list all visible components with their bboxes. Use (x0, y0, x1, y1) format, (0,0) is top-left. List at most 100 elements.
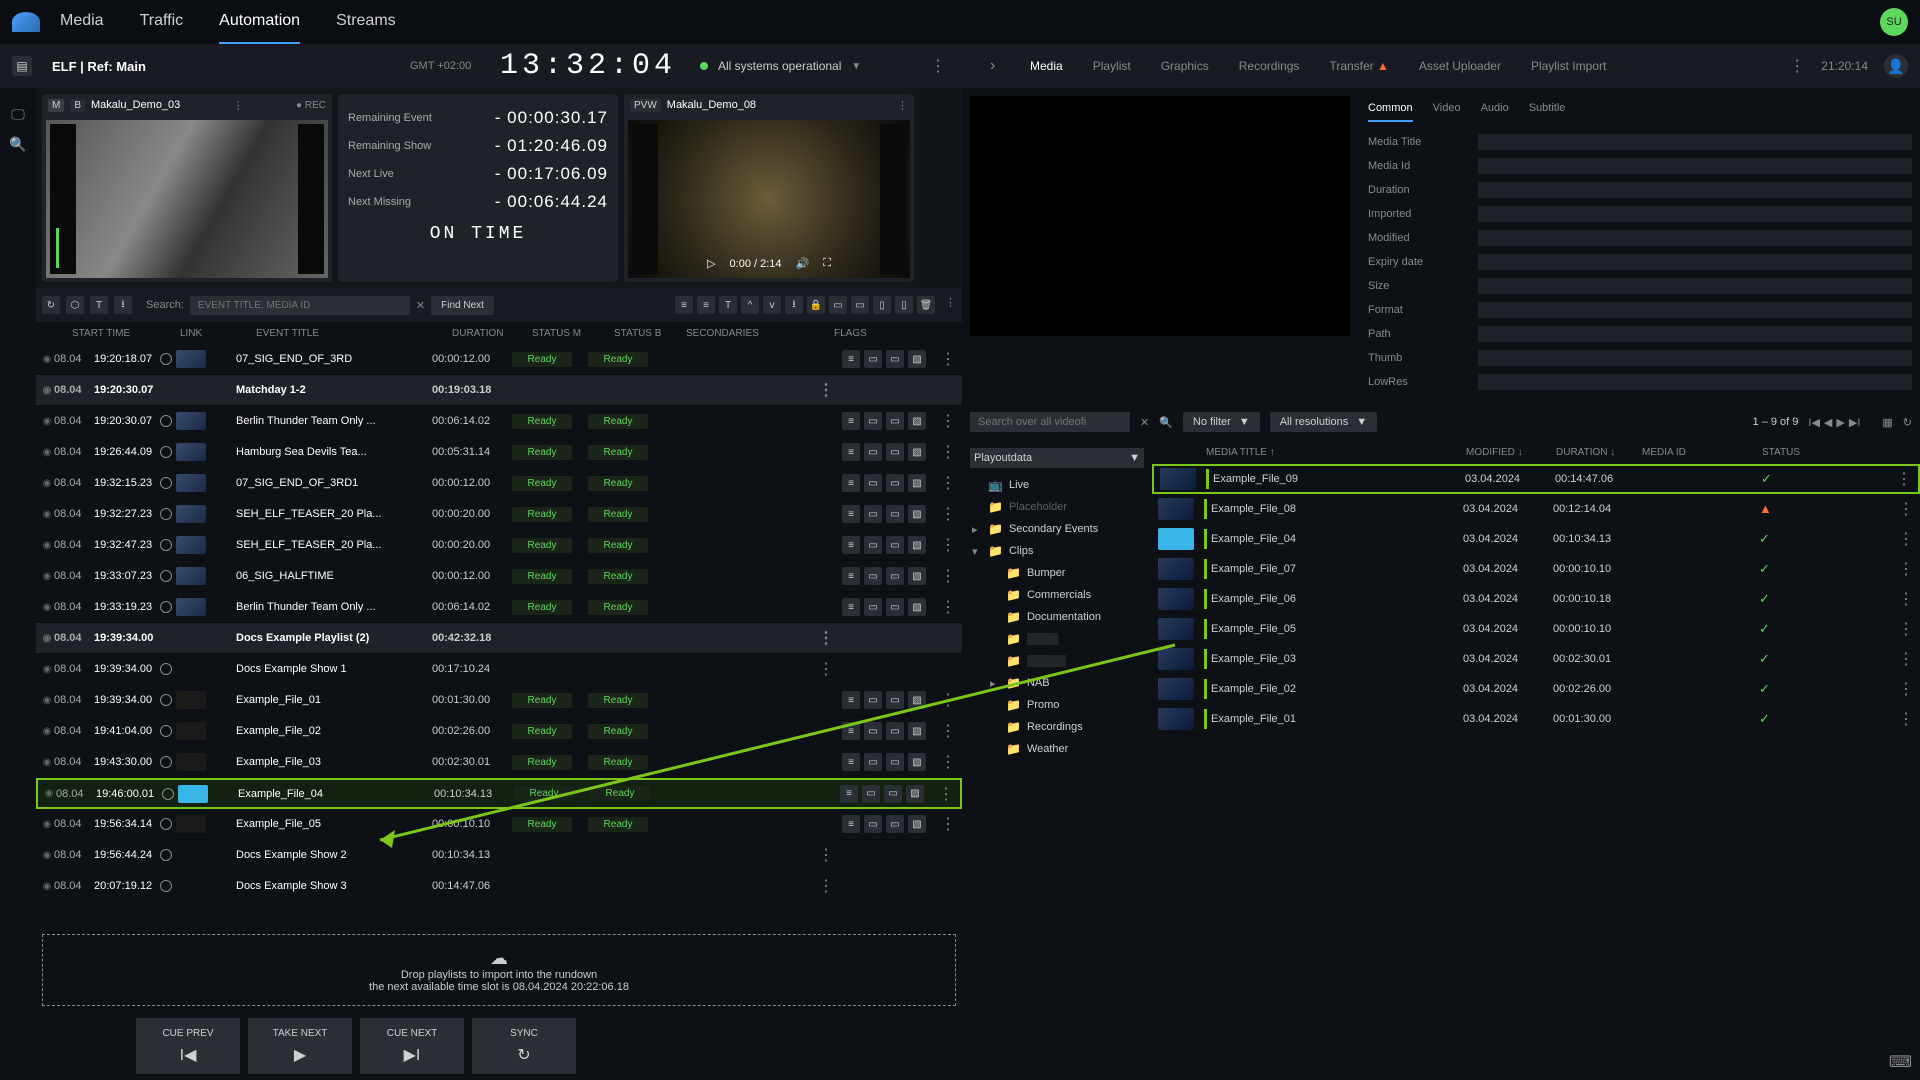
flag-icon[interactable]: ▭ (864, 598, 882, 616)
user-avatar[interactable]: SU (1880, 8, 1908, 36)
flag-icon[interactable]: ≡ (842, 536, 860, 554)
refresh-icon[interactable]: ↻ (1903, 416, 1912, 429)
flag-icon[interactable]: ▧ (908, 722, 926, 740)
playlist-row[interactable]: ◉08.0419:20:30.07Matchday 1-200:19:03.18… (36, 375, 962, 406)
tree-item[interactable]: ▸📁Secondary Events (970, 518, 1144, 540)
grid-row[interactable]: Example_File_0703.04.202400:00:10.10✓⋮ (1152, 554, 1920, 584)
flag-icon[interactable]: ≡ (842, 350, 860, 368)
link-icon[interactable] (160, 756, 172, 768)
field-value[interactable] (1478, 206, 1912, 222)
left-more-icon[interactable]: ⋮ (930, 56, 946, 76)
grid-more-icon[interactable]: ⋮ (1898, 619, 1914, 639)
flag-icon[interactable]: ▭ (886, 753, 904, 771)
tool-icon[interactable]: ⭳ (785, 296, 803, 314)
grid-more-icon[interactable]: ⋮ (1898, 679, 1914, 699)
tree-item[interactable]: 📁▒▒▒▒▒ (970, 650, 1144, 672)
grid-row[interactable]: Example_File_0203.04.202400:02:26.00✓⋮ (1152, 674, 1920, 704)
flag-icon[interactable]: ▧ (908, 815, 926, 833)
grid-row[interactable]: Example_File_0403.04.202400:10:34.13✓⋮ (1152, 524, 1920, 554)
hexagon-icon[interactable]: ⬡ (66, 296, 84, 314)
row-more-icon[interactable]: ⋮ (940, 504, 956, 524)
link-icon[interactable] (160, 725, 172, 737)
status-dropdown-icon[interactable]: ▼ (851, 61, 861, 72)
tree-item[interactable]: 📁Promo (970, 694, 1144, 716)
flag-icon[interactable]: ▭ (864, 567, 882, 585)
row-more-icon[interactable]: ⋮ (940, 597, 956, 617)
tool-icon[interactable]: ▭ (851, 296, 869, 314)
panel-collapse-icon[interactable]: › (990, 57, 995, 75)
flag-icon[interactable]: ▭ (862, 785, 880, 803)
right-tab-playlist[interactable]: Playlist (1093, 59, 1131, 73)
row-more-icon[interactable]: ⋮ (940, 566, 956, 586)
fullscreen-icon[interactable]: ⛶ (823, 257, 831, 270)
field-value[interactable] (1478, 230, 1912, 246)
row-more-icon[interactable]: ⋮ (940, 473, 956, 493)
tree-item[interactable]: 📁Commercials (970, 584, 1144, 606)
detail-tab-video[interactable]: Video (1433, 96, 1461, 122)
flag-icon[interactable]: ▭ (886, 691, 904, 709)
last-page-icon[interactable]: ▶I (1849, 416, 1861, 429)
row-more-icon[interactable]: ⋮ (818, 876, 834, 896)
right-tab-asset-uploader[interactable]: Asset Uploader (1419, 59, 1501, 73)
row-more-icon[interactable]: ⋮ (940, 721, 956, 741)
download-icon[interactable]: ⭳ (114, 296, 132, 314)
first-page-icon[interactable]: I◀ (1808, 416, 1820, 429)
media-search-input[interactable] (970, 412, 1130, 432)
grid-more-icon[interactable]: ⋮ (1898, 589, 1914, 609)
row-eye-icon[interactable]: ◉ (40, 385, 54, 396)
link-icon[interactable] (160, 694, 172, 706)
panel-toggle-icon[interactable]: ▤ (12, 56, 32, 76)
tool-icon[interactable]: ^ (741, 296, 759, 314)
gcol-duration[interactable]: DURATION ↓ (1556, 447, 1642, 458)
tool-icon[interactable]: ▭ (829, 296, 847, 314)
flag-icon[interactable]: ≡ (840, 785, 858, 803)
delete-icon[interactable]: 🗑 (917, 296, 935, 314)
tree-item[interactable]: 📁Bumper (970, 562, 1144, 584)
tree-item[interactable]: ▾📁Clips (970, 540, 1144, 562)
playlist-row[interactable]: ◉08.0419:56:44.24Docs Example Show 200:1… (36, 840, 962, 871)
play-icon[interactable]: ▷ (707, 257, 715, 270)
grid-more-icon[interactable]: ⋮ (1898, 559, 1914, 579)
playlist-row[interactable]: ◉08.0419:20:30.07Berlin Thunder Team Onl… (36, 406, 962, 437)
app-logo[interactable] (12, 12, 40, 32)
grid-row[interactable]: Example_File_0103.04.202400:01:30.00✓⋮ (1152, 704, 1920, 734)
flag-icon[interactable]: ▭ (886, 443, 904, 461)
row-more-icon[interactable]: ⋮ (940, 535, 956, 555)
playlist-row[interactable]: ◉08.0419:46:00.01Example_File_0400:10:34… (36, 778, 962, 809)
nav-tab-traffic[interactable]: Traffic (140, 0, 184, 45)
flag-icon[interactable]: ≡ (842, 722, 860, 740)
flag-icon[interactable]: ≡ (842, 474, 860, 492)
playlist-row[interactable]: ◉08.0419:33:19.23Berlin Thunder Team Onl… (36, 592, 962, 623)
grid-more-icon[interactable]: ⋮ (1898, 709, 1914, 729)
col-event-title[interactable]: EVENT TITLE (256, 328, 452, 339)
playlist-row[interactable]: ◉08.0419:39:34.00Docs Example Playlist (… (36, 623, 962, 654)
grid-more-icon[interactable]: ⋮ (1898, 499, 1914, 519)
flag-icon[interactable]: ▧ (908, 598, 926, 616)
tree-root-select[interactable]: Playoutdata▼ (970, 448, 1144, 468)
field-value[interactable] (1478, 254, 1912, 270)
flag-icon[interactable]: ▭ (886, 536, 904, 554)
search-input[interactable] (190, 296, 410, 315)
field-value[interactable] (1478, 158, 1912, 174)
flag-icon[interactable]: ≡ (842, 412, 860, 430)
tool-icon[interactable]: ≡ (697, 296, 715, 314)
link-icon[interactable] (160, 539, 172, 551)
grid-more-icon[interactable]: ⋮ (1896, 469, 1912, 489)
flag-icon[interactable]: ≡ (842, 691, 860, 709)
clear-search-icon[interactable]: ✕ (416, 299, 425, 312)
link-icon[interactable] (160, 818, 172, 830)
flag-icon[interactable]: ≡ (842, 505, 860, 523)
flag-icon[interactable]: ▧ (908, 567, 926, 585)
flag-icon[interactable]: ▭ (864, 691, 882, 709)
grid-row[interactable]: Example_File_0903.04.202400:14:47.06✓⋮ (1152, 464, 1920, 494)
tree-item[interactable]: 📁Placeholder (970, 496, 1144, 518)
cue-prev-button[interactable]: CUE PREVI◀ (136, 1018, 240, 1074)
link-icon[interactable] (160, 880, 172, 892)
row-eye-icon[interactable]: ◉ (40, 354, 54, 365)
playlist-row[interactable]: ◉08.0419:39:34.00Docs Example Show 100:1… (36, 654, 962, 685)
col-duration[interactable]: DURATION (452, 328, 532, 339)
tool-icon[interactable]: ▯ (895, 296, 913, 314)
user-icon[interactable]: 👤 (1884, 54, 1908, 78)
flag-icon[interactable]: ▭ (886, 815, 904, 833)
row-eye-icon[interactable]: ◉ (40, 509, 54, 520)
